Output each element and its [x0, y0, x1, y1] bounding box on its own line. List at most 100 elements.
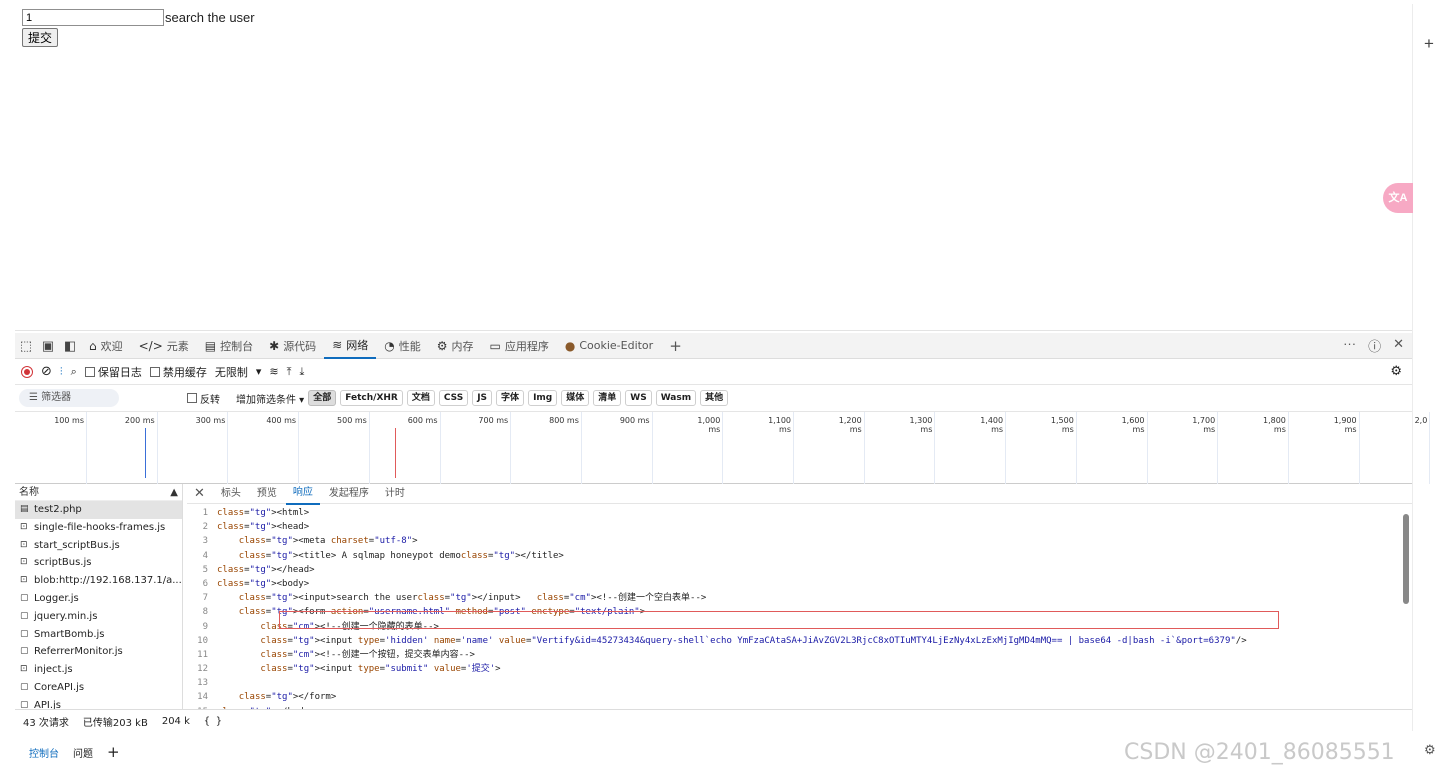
settings-gear-icon[interactable]: ⚙: [1390, 364, 1402, 379]
bug-icon: ✱: [269, 338, 280, 353]
preserve-log-checkbox[interactable]: 保留日志: [84, 364, 142, 380]
list-item[interactable]: ⊡ single-file-hooks-frames.js: [15, 519, 182, 537]
tab-memory[interactable]: ⚙ 内存: [429, 333, 482, 359]
download-icon[interactable]: ⤓: [299, 365, 304, 379]
list-item[interactable]: ▢ ReferrerMonitor.js: [15, 643, 182, 661]
filter-input[interactable]: ☰ 筛选器: [19, 389, 119, 407]
scrollbar[interactable]: [1403, 514, 1409, 604]
add-icon[interactable]: +: [1424, 34, 1434, 54]
chip-fetch-xhr[interactable]: Fetch/XHR: [340, 390, 403, 406]
list-item[interactable]: ⊡ scriptBus.js: [15, 554, 182, 572]
timeline-tick-label: 1,300 ms: [909, 416, 933, 434]
tab-console[interactable]: ▤ 控制台: [197, 333, 261, 359]
list-item[interactable]: ▢ SmartBomb.js: [15, 626, 182, 644]
clear-icon[interactable]: ⊘: [41, 364, 52, 379]
help-icon[interactable]: ⓘ: [1368, 336, 1381, 355]
translate-icon[interactable]: 文A: [1383, 183, 1413, 213]
inspect-icon[interactable]: ⬚: [15, 335, 37, 357]
add-drawer-tab-icon[interactable]: +: [107, 743, 120, 761]
close-icon[interactable]: ✕: [1393, 336, 1404, 355]
code-line: 12 class="tg"><input type="submit" value…: [187, 662, 1397, 676]
tab-preview[interactable]: 预览: [250, 484, 284, 504]
timeline-tick-label: 300 ms: [195, 416, 226, 425]
code-text: class="tg"><input type="submit" value='提…: [260, 664, 501, 675]
dock-icon[interactable]: ◧: [59, 335, 81, 357]
chip-ws[interactable]: WS: [625, 390, 652, 406]
timeline-tick-label: 800 ms: [549, 416, 579, 425]
upload-icon[interactable]: ⤒: [287, 365, 292, 379]
chevron-down-icon[interactable]: ▾: [256, 365, 262, 378]
search-input[interactable]: [22, 9, 164, 26]
tab-response[interactable]: 响应: [285, 483, 320, 505]
tab-timing[interactable]: 计时: [378, 484, 412, 504]
file-icon: ▢: [20, 610, 29, 621]
list-item[interactable]: ▤ test2.php: [15, 501, 182, 519]
pretty-print-button[interactable]: { }: [204, 716, 222, 727]
file-icon: ▢: [20, 646, 29, 657]
line-number: 5: [202, 564, 208, 575]
timeline-gridline: [439, 412, 441, 484]
list-item[interactable]: ▢ Logger.js: [15, 590, 182, 608]
chip-js[interactable]: JS: [472, 390, 493, 406]
app-icon: ▭: [489, 338, 501, 353]
timeline-gridline: [1005, 412, 1007, 484]
network-conditions-icon[interactable]: ≋: [269, 365, 278, 378]
disable-cache-checkbox[interactable]: 禁用缓存: [149, 364, 207, 380]
timeline-gridline: [934, 412, 936, 484]
code-text: class="tg"><title> A sqlmap honeypot dem…: [238, 550, 564, 561]
filter-icon[interactable]: ⫶: [60, 365, 63, 379]
chip-other[interactable]: 其他: [700, 390, 729, 406]
file-icon: ▢: [20, 628, 29, 639]
record-icon[interactable]: [21, 365, 33, 378]
timeline-gridline: [1287, 412, 1289, 484]
more-icon[interactable]: ···: [1343, 336, 1356, 355]
list-item[interactable]: ⊡ start_scriptBus.js: [15, 537, 182, 555]
code-text: class="tg"><input>search the userclass="…: [238, 593, 707, 604]
tab-headers[interactable]: 标头: [214, 484, 248, 504]
tab-performance[interactable]: ◔ 性能: [376, 333, 428, 359]
more-filters-dropdown[interactable]: 增加筛选条件 ▾: [236, 391, 304, 406]
submit-button[interactable]: 提交: [22, 28, 59, 47]
bottom-settings-icon[interactable]: ⚙: [1424, 742, 1436, 758]
search-icon[interactable]: ⌕: [71, 365, 77, 379]
list-item[interactable]: ⊡ blob:http://192.168.137.1/a...: [15, 572, 182, 590]
home-icon: ⌂: [89, 338, 97, 353]
code-line: 10 class="tg"><input type='hidden' name=…: [187, 634, 1397, 648]
chip-font[interactable]: 字体: [496, 390, 525, 406]
chip-manifest[interactable]: 清单: [593, 390, 622, 406]
tab-initiator[interactable]: 发起程序: [322, 484, 376, 504]
chip-all[interactable]: 全部: [308, 390, 337, 406]
device-toolbar-icon[interactable]: ▣: [37, 335, 59, 357]
network-timeline[interactable]: 100 ms 200 ms 300 ms 400 ms 500 ms 600 ms 700 …: [15, 412, 1431, 484]
tab-application[interactable]: ▭ 应用程序: [482, 333, 557, 359]
tab-cookie-editor[interactable]: ● Cookie-Editor: [557, 333, 661, 359]
right-sidebar: [1412, 4, 1451, 731]
tab-network[interactable]: ≋ 网络: [324, 333, 377, 359]
resource-size: 204 k: [161, 716, 190, 727]
highlight-box: [279, 611, 1279, 629]
code-line: 14 class="tg"></form>: [187, 690, 1397, 704]
timeline-gridline: [1146, 412, 1148, 484]
close-detail-icon[interactable]: ✕: [187, 484, 212, 504]
chip-img[interactable]: Img: [528, 390, 558, 406]
tab-welcome[interactable]: ⌂ 欢迎: [81, 333, 131, 359]
network-toolbar: ⊘ ⫶ ⌕ 保留日志 禁用缓存 无限制 ▾ ≋ ⤒ ⤓ ⚙: [15, 359, 1412, 385]
throttle-select[interactable]: 无限制: [215, 364, 248, 380]
list-item[interactable]: ⊡ inject.js: [15, 661, 182, 679]
invert-checkbox[interactable]: 反转: [187, 391, 220, 406]
chip-wasm[interactable]: Wasm: [655, 390, 697, 406]
list-item[interactable]: ▢ jquery.min.js: [15, 608, 182, 626]
tab-sources[interactable]: ✱ 源代码: [261, 333, 324, 359]
chip-css[interactable]: CSS: [438, 390, 469, 406]
code-line: 4 class="tg"><title> A sqlmap honeypot d…: [187, 549, 1397, 563]
list-item[interactable]: ▢ CoreAPI.js: [15, 679, 182, 697]
add-tab-button[interactable]: +: [661, 333, 690, 359]
chip-media[interactable]: 媒体: [561, 390, 590, 406]
sort-icon[interactable]: ▲: [170, 484, 178, 501]
drawer-tab-issues[interactable]: 问题: [73, 745, 93, 760]
tab-elements[interactable]: </> 元素: [131, 333, 197, 359]
chip-doc[interactable]: 文档: [406, 390, 435, 406]
watermark: CSDN @2401_86085551: [1124, 740, 1395, 765]
response-code-viewer[interactable]: 1 class="tg"><html> 2 class="tg"><head> 3 cl…: [187, 506, 1397, 709]
drawer-tab-console[interactable]: 控制台: [29, 745, 59, 760]
